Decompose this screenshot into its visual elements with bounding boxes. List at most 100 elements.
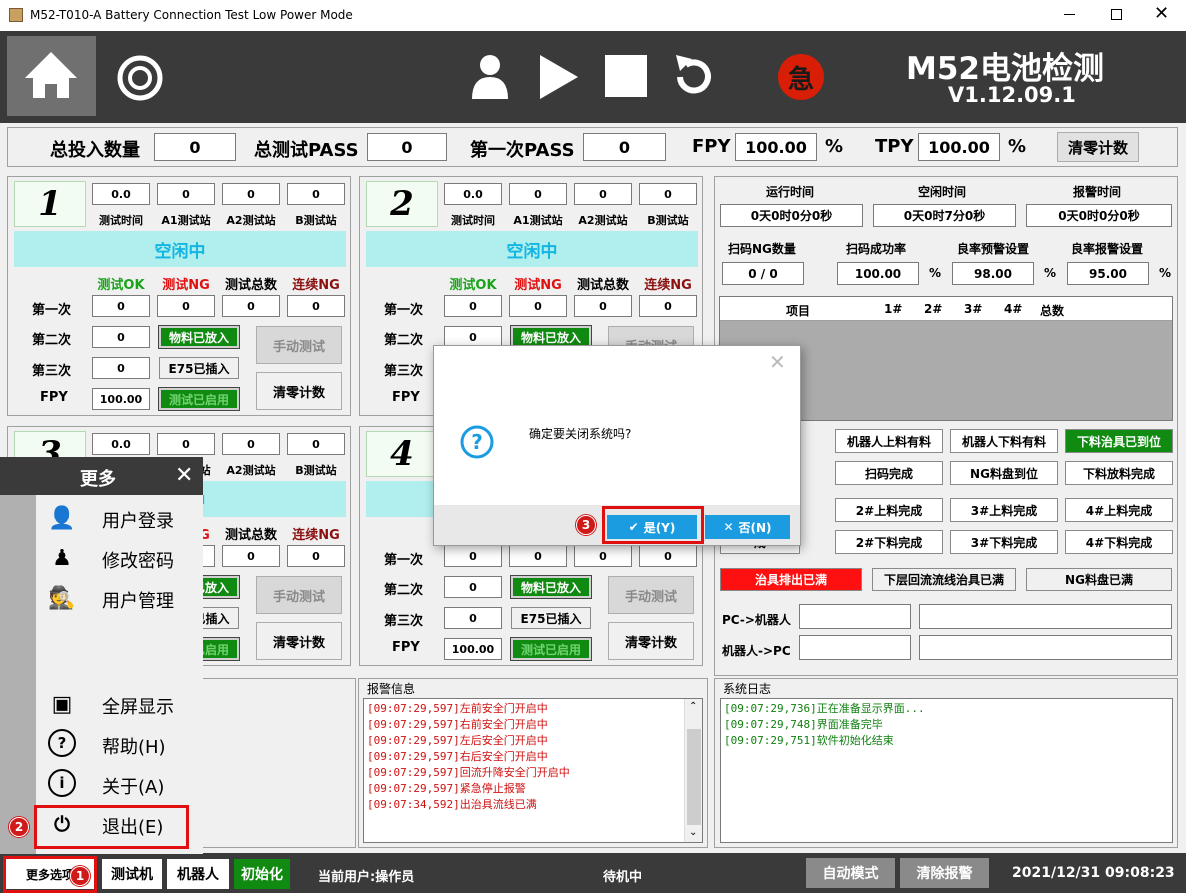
step-badge-2: 2 bbox=[9, 817, 29, 837]
station-cont_ng-header: 连续NG bbox=[292, 528, 340, 543]
second-value: 0 bbox=[92, 326, 150, 348]
manual-test-button[interactable]: 手动测试 bbox=[256, 326, 342, 364]
status-indicator: 2#上料完成 bbox=[835, 498, 943, 522]
station-number: 2 bbox=[366, 181, 438, 227]
station-a1-value: 0 bbox=[157, 183, 215, 205]
robot-pc-field2[interactable] bbox=[919, 635, 1172, 660]
station-b-label: B测试站 bbox=[295, 464, 337, 477]
dialog-no-button[interactable]: ✕ 否(N) bbox=[705, 515, 790, 539]
second-label: 第二次 bbox=[32, 333, 72, 348]
first-pass-label: 第一次PASS bbox=[470, 140, 575, 161]
more-menu-item-label: 用户管理 bbox=[102, 591, 174, 612]
robot-status: 机器人 bbox=[167, 859, 229, 889]
more-menu-item-label: 帮助(H) bbox=[102, 737, 166, 758]
manual-test-button[interactable]: 手动测试 bbox=[608, 576, 694, 614]
status-indicator: 机器人上料有料 bbox=[835, 429, 943, 453]
scan-ng-label: 扫码NG数量 bbox=[728, 242, 796, 256]
material-placed-button[interactable]: 物料已放入 bbox=[510, 575, 592, 599]
station-time-value: 0.0 bbox=[444, 183, 502, 205]
auto-mode-button[interactable]: 自动模式 bbox=[806, 858, 895, 888]
more-menu-close-icon[interactable]: ✕ bbox=[175, 463, 193, 488]
third-label: 第三次 bbox=[384, 614, 424, 629]
fpy-label: FPY bbox=[692, 136, 731, 157]
grid-col: 4# bbox=[1004, 302, 1023, 316]
scroll-down-icon[interactable]: ⌄ bbox=[689, 827, 697, 838]
station-cont_ng-header: 连续NG bbox=[644, 278, 692, 293]
status-indicator: 3#下料完成 bbox=[950, 530, 1058, 554]
minimize-icon[interactable] bbox=[1064, 14, 1075, 15]
user-login-icon: 👤 bbox=[48, 505, 76, 531]
e75-inserted-button[interactable]: E75已插入 bbox=[159, 357, 239, 379]
alarm-log-title: 报警信息 bbox=[367, 682, 416, 696]
third-value: 0 bbox=[444, 607, 502, 629]
yield-warn-input[interactable]: 98.00 bbox=[952, 262, 1034, 285]
dialog-close-icon[interactable]: ✕ bbox=[769, 350, 786, 374]
emergency-icon[interactable]: 急 bbox=[778, 54, 824, 100]
settings-ring-icon[interactable] bbox=[112, 50, 168, 106]
pass-value: 0 bbox=[367, 133, 447, 161]
yield-alarm-input[interactable]: 95.00 bbox=[1067, 262, 1149, 285]
alarm-log[interactable]: [09:07:29,597]左前安全门开启中 [09:07:29,597]右前安全… bbox=[363, 698, 703, 843]
fpy-value: 100.00 bbox=[92, 388, 150, 410]
station-clear-button[interactable]: 清零计数 bbox=[256, 372, 342, 410]
refresh-icon[interactable] bbox=[670, 51, 718, 101]
station-ok-header: 测试OK bbox=[449, 278, 497, 293]
test-enabled-button[interactable]: 测试已启用 bbox=[158, 387, 240, 411]
sys-log-line: [09:07:29,736]正在准备显示界面... bbox=[724, 702, 925, 715]
first-value: 0 bbox=[222, 295, 280, 317]
fpy-label: FPY bbox=[40, 390, 68, 405]
first-value: 0 bbox=[574, 295, 632, 317]
station-b-label: B测试站 bbox=[295, 214, 337, 227]
alarm-log-line: [09:07:34,592]出治具流线已满 bbox=[367, 798, 537, 811]
yield-alarm-pct: % bbox=[1159, 266, 1172, 280]
play-icon[interactable] bbox=[536, 53, 580, 101]
robot-pc-field1[interactable] bbox=[799, 635, 911, 660]
yield-warn-label: 良率预警设置 bbox=[957, 242, 1030, 256]
pc-robot-field2[interactable] bbox=[919, 604, 1172, 629]
title-bar: M52-T010-A Battery Connection Test Low P… bbox=[0, 0, 1186, 31]
test-enabled-button[interactable]: 测试已启用 bbox=[510, 637, 592, 661]
svg-text:?: ? bbox=[471, 430, 483, 454]
user-management-icon: 🕵 bbox=[48, 585, 76, 611]
status-indicator: 2#下料完成 bbox=[835, 530, 943, 554]
home-button[interactable] bbox=[7, 36, 96, 116]
material-placed-button[interactable]: 物料已放入 bbox=[158, 325, 240, 349]
alarm-log-line: [09:07:29,597]回流升降安全门开启中 bbox=[367, 766, 570, 779]
scroll-thumb[interactable] bbox=[687, 729, 701, 825]
first-value: 0 bbox=[639, 295, 697, 317]
sys-log[interactable]: [09:07:29,736]正在准备显示界面... [09:07:29,748]界… bbox=[720, 698, 1173, 843]
clear-alarm-button[interactable]: 清除报警 bbox=[900, 858, 989, 888]
alarm-time-label: 报警时间 bbox=[1073, 185, 1122, 199]
user-icon[interactable] bbox=[468, 51, 512, 101]
manual-test-button[interactable]: 手动测试 bbox=[256, 576, 342, 614]
station-clear-button[interactable]: 清零计数 bbox=[256, 622, 342, 660]
status-indicator: 下料治具已到位 bbox=[1065, 429, 1173, 453]
maximize-icon[interactable] bbox=[1111, 9, 1122, 20]
station-total-header: 测试总数 bbox=[224, 278, 277, 293]
close-icon[interactable]: ✕ bbox=[1154, 3, 1169, 24]
alarm-time-value: 0天0时0分0秒 bbox=[1026, 204, 1172, 227]
about-icon: i bbox=[48, 769, 76, 797]
station-time-value: 0.0 bbox=[92, 183, 150, 205]
pc-robot-field1[interactable] bbox=[799, 604, 911, 629]
alarm-log-line: [09:07:29,597]右后安全门开启中 bbox=[367, 750, 548, 763]
scroll-up-icon[interactable]: ⌃ bbox=[689, 701, 697, 712]
current-user: 当前用户:操作员 bbox=[318, 870, 415, 885]
status-indicator: 3#上料完成 bbox=[950, 498, 1058, 522]
e75-inserted-button[interactable]: E75已插入 bbox=[511, 607, 591, 629]
alarm-log-scrollbar[interactable]: ⌃ ⌄ bbox=[684, 699, 702, 842]
scan-rate-pct: % bbox=[929, 266, 942, 280]
more-menu-title: 更多 bbox=[80, 469, 116, 490]
station-clear-button[interactable]: 清零计数 bbox=[608, 622, 694, 660]
x-icon: ✕ bbox=[723, 520, 734, 534]
idle-time-value: 0天0时7分0秒 bbox=[873, 204, 1016, 227]
total-value: 0 bbox=[154, 133, 236, 161]
station-status: 空闲中 bbox=[14, 231, 346, 267]
station-a1-value: 0 bbox=[509, 183, 567, 205]
pc-robot-label: PC->机器人 bbox=[722, 613, 791, 627]
sys-log-line: [09:07:29,748]界面准备完毕 bbox=[724, 718, 883, 731]
summary-clear-button[interactable]: 清零计数 bbox=[1057, 132, 1139, 162]
first-value: 0 bbox=[509, 295, 567, 317]
stop-icon[interactable] bbox=[605, 55, 647, 97]
station-total-header: 测试总数 bbox=[576, 278, 629, 293]
